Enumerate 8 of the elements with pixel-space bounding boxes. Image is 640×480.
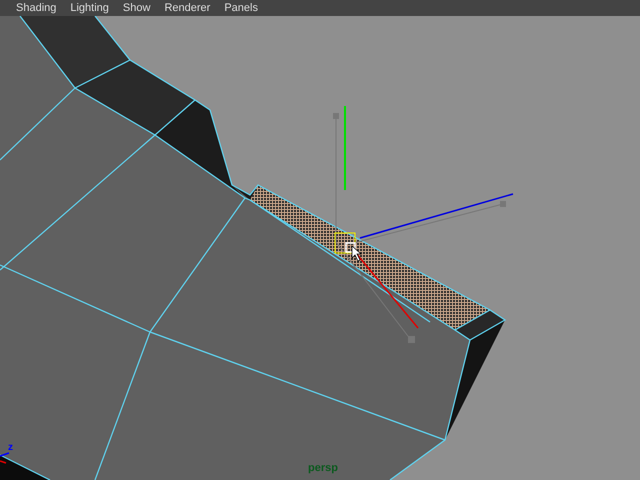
camera-label: persp <box>308 463 338 474</box>
menu-item[interactable]: Lighting <box>70 2 109 14</box>
menu-item[interactable]: Renderer <box>164 2 210 14</box>
menu-item[interactable]: Panels <box>224 2 258 14</box>
menu-item[interactable]: Shading <box>16 2 56 14</box>
axis-indicator-icon <box>0 452 10 464</box>
menu-item[interactable]: Show <box>122 2 150 14</box>
axis-label: z <box>8 443 13 453</box>
